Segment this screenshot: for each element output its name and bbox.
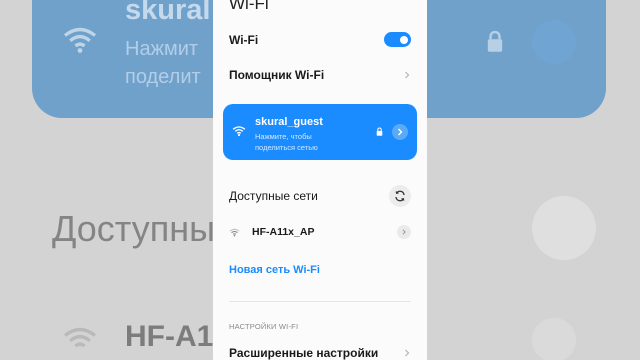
- bg-wifi-icon: [63, 27, 97, 53]
- wifi-assistant-row[interactable]: Помощник Wi-Fi: [229, 68, 411, 82]
- bg-chevron-button-2: [532, 318, 576, 360]
- toggle-knob: [400, 35, 408, 44]
- available-networks-header: Доступные сети: [229, 185, 411, 207]
- connected-ssid: skural_guest: [255, 116, 323, 128]
- advanced-settings-row[interactable]: Расширенные настройки: [229, 346, 411, 360]
- bg-chevron-button: [532, 20, 576, 64]
- wifi-toggle[interactable]: [384, 32, 411, 47]
- chevron-right-icon: [398, 128, 403, 136]
- bg-refresh-button: [532, 196, 596, 260]
- bg-available-text: Доступны: [52, 208, 215, 249]
- subtitle-line2: поделиться сетью: [255, 143, 318, 152]
- available-networks-label: Доступные сети: [229, 189, 318, 203]
- wifi-settings-panel: Wi-Fi Wi-Fi Помощник Wi-Fi skural_guest …: [213, 0, 427, 360]
- network-details-button[interactable]: [392, 124, 408, 140]
- network-list-item[interactable]: HF-A11x_AP: [229, 225, 411, 239]
- bg-wifi-icon-2: [63, 327, 97, 348]
- connected-subtitle: Нажмите, чтобы поделиться сетью: [255, 131, 318, 153]
- subtitle-line1: Нажмите, чтобы: [255, 132, 312, 141]
- new-network-link[interactable]: Новая сеть Wi-Fi: [229, 264, 320, 276]
- bg-lock-icon: [487, 30, 503, 52]
- refresh-icon: [395, 190, 405, 202]
- wifi-icon: [229, 228, 240, 237]
- chevron-right-icon: [405, 349, 410, 357]
- connected-network-card[interactable]: skural_guest Нажмите, чтобы поделиться с…: [223, 104, 417, 160]
- page-title: Wi-Fi: [229, 0, 269, 13]
- network-details-button[interactable]: [397, 225, 411, 239]
- network-item-left: HF-A11x_AP: [229, 226, 314, 238]
- wifi-icon: [232, 126, 246, 137]
- bg-subtitle-line1: Нажмит: [125, 38, 199, 60]
- network-name: HF-A11x_AP: [252, 226, 315, 238]
- divider: [229, 301, 411, 302]
- section-header: НАСТРОЙКИ WI-FI: [229, 322, 299, 331]
- wifi-assistant-label: Помощник Wi-Fi: [229, 68, 325, 82]
- refresh-button[interactable]: [389, 185, 411, 207]
- wifi-label: Wi-Fi: [229, 32, 259, 47]
- advanced-settings-label: Расширенные настройки: [229, 346, 379, 360]
- chevron-right-icon: [402, 229, 406, 235]
- bg-ssid-text: skural: [125, 0, 211, 26]
- bg-subtitle-line2: поделит: [125, 66, 201, 88]
- wifi-toggle-row[interactable]: Wi-Fi: [229, 32, 411, 47]
- lock-icon: [376, 127, 383, 136]
- chevron-right-icon: [405, 71, 410, 79]
- bg-network-text: HF-A1: [125, 320, 214, 353]
